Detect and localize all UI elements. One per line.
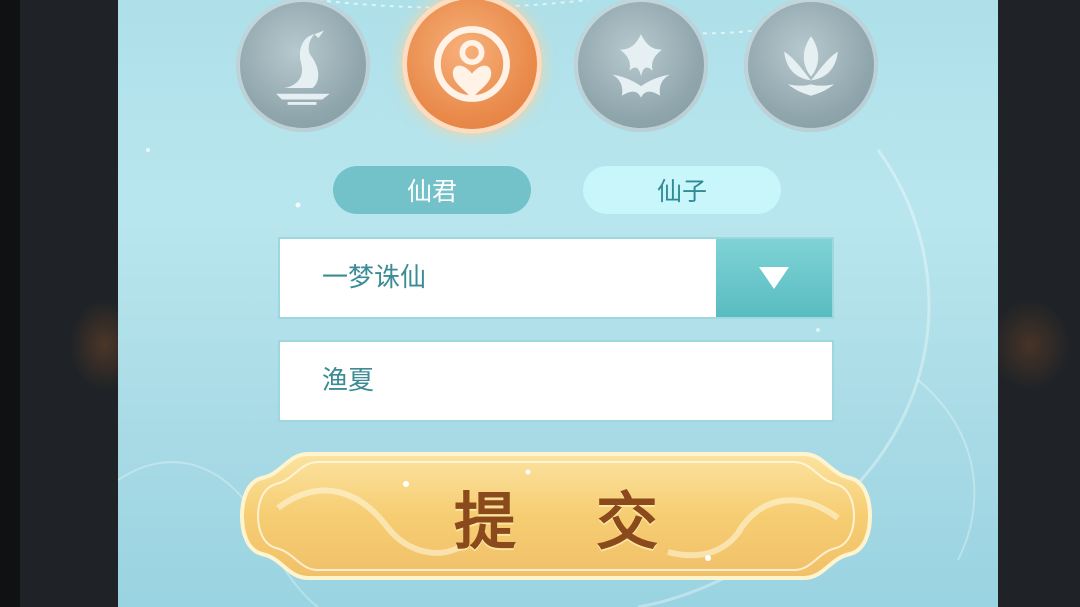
server-select-value: 一梦诛仙 — [322, 263, 427, 293]
triangle-down-icon — [759, 267, 789, 289]
submit-button-label: 提交 — [453, 485, 738, 558]
character-create-panel: 仙君 仙子 一梦诛仙 渔夏 提交 — [118, 0, 998, 607]
ornament-icon — [612, 34, 670, 98]
ornament-emblem-button[interactable] — [574, 0, 708, 132]
gender-option-male[interactable]: 仙君 — [333, 166, 531, 214]
name-input-value: 渔夏 — [322, 366, 375, 396]
lotus-icon — [784, 36, 838, 96]
left-edge-bar — [0, 0, 20, 607]
dropdown-button[interactable] — [716, 239, 832, 317]
heart-person-icon — [434, 26, 510, 102]
right-glow — [990, 300, 1070, 390]
submit-button[interactable]: 提交 — [238, 448, 874, 584]
crane-emblem-button[interactable] — [236, 0, 370, 132]
heart-person-emblem-button[interactable] — [402, 0, 542, 134]
name-input[interactable]: 渔夏 — [278, 340, 834, 422]
gender-option-female[interactable]: 仙子 — [583, 166, 781, 214]
server-select[interactable]: 一梦诛仙 — [278, 237, 834, 319]
crane-icon — [276, 30, 330, 105]
lotus-emblem-button[interactable] — [744, 0, 878, 132]
